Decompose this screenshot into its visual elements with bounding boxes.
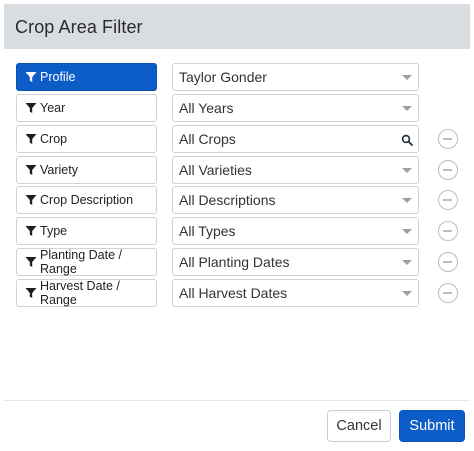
filter-label: Planting Date / Range [40, 248, 122, 276]
chevron-down-icon[interactable] [402, 168, 412, 173]
minus-circle-icon[interactable] [438, 129, 458, 149]
filter-button-profile[interactable]: Profile [16, 63, 157, 91]
minus-circle-icon[interactable] [438, 252, 458, 272]
filter-row-profile: Profile Taylor Gonder [0, 63, 474, 91]
filter-row-harvest-date-range: Harvest Date / Range All Harvest Dates [0, 279, 474, 307]
filter-button-year[interactable]: Year [16, 94, 157, 122]
select-variety[interactable]: All Varieties [172, 156, 419, 184]
footer-divider [4, 400, 470, 401]
filter-button-crop[interactable]: Crop [16, 125, 157, 153]
chevron-down-icon[interactable] [402, 260, 412, 265]
filter-row-crop: Crop All Crops [0, 125, 474, 153]
funnel-icon [25, 287, 37, 299]
filter-row-crop-description: Crop Description All Descriptions [0, 186, 474, 214]
funnel-icon [25, 256, 37, 268]
search-field-crop[interactable]: All Crops [172, 125, 419, 153]
filter-row-year: Year All Years [0, 94, 474, 122]
filter-label: Variety [40, 163, 78, 177]
select-value: All Harvest Dates [179, 285, 288, 301]
select-value: All Crops [179, 131, 236, 147]
chevron-down-icon[interactable] [402, 198, 412, 203]
funnel-icon [25, 71, 37, 83]
filter-button-crop-description[interactable]: Crop Description [16, 186, 157, 214]
minus-circle-icon[interactable] [438, 190, 458, 210]
select-value: All Years [179, 100, 234, 116]
select-value: All Varieties [179, 162, 252, 178]
filter-label: Profile [40, 70, 76, 84]
filter-label: Type [40, 224, 68, 238]
select-value: All Planting Dates [179, 254, 290, 270]
filter-label: Crop Description [40, 193, 134, 207]
filter-label: Year [40, 101, 66, 115]
chevron-down-icon[interactable] [402, 229, 412, 234]
funnel-icon [25, 225, 37, 237]
minus-circle-icon[interactable] [438, 221, 458, 241]
filter-row-variety: Variety All Varieties [0, 156, 474, 184]
filter-button-type[interactable]: Type [16, 217, 157, 245]
select-value: All Descriptions [179, 192, 276, 208]
funnel-icon [25, 164, 37, 176]
filter-label: Harvest Date / Range [40, 279, 120, 307]
select-value: Taylor Gonder [179, 69, 267, 85]
filter-row-planting-date-range: Planting Date / Range All Planting Dates [0, 248, 474, 276]
select-crop-description[interactable]: All Descriptions [172, 186, 419, 214]
dialog-header: Crop Area Filter [4, 4, 470, 49]
select-profile[interactable]: Taylor Gonder [172, 63, 419, 91]
filter-button-harvest-date-range[interactable]: Harvest Date / Range [16, 279, 157, 307]
funnel-icon [25, 102, 37, 114]
select-harvest-date-range[interactable]: All Harvest Dates [172, 279, 419, 307]
select-type[interactable]: All Types [172, 217, 419, 245]
submit-button[interactable]: Submit [399, 410, 465, 442]
filter-label: Crop [40, 132, 68, 146]
crop-area-filter-dialog: Crop Area Filter Profile Taylor Gonder Yea… [0, 0, 474, 451]
minus-circle-icon[interactable] [438, 160, 458, 180]
cancel-button[interactable]: Cancel [327, 410, 391, 442]
select-year[interactable]: All Years [172, 94, 419, 122]
funnel-icon [25, 133, 37, 145]
chevron-down-icon[interactable] [402, 75, 412, 80]
filter-button-planting-date-range[interactable]: Planting Date / Range [16, 248, 157, 276]
dialog-title: Crop Area Filter [15, 17, 143, 37]
chevron-down-icon[interactable] [402, 106, 412, 111]
chevron-down-icon[interactable] [402, 291, 412, 296]
select-value: All Types [179, 223, 236, 239]
funnel-icon [25, 194, 37, 206]
minus-circle-icon[interactable] [438, 283, 458, 303]
filter-row-type: Type All Types [0, 217, 474, 245]
select-planting-date-range[interactable]: All Planting Dates [172, 248, 419, 276]
filter-button-variety[interactable]: Variety [16, 156, 157, 184]
